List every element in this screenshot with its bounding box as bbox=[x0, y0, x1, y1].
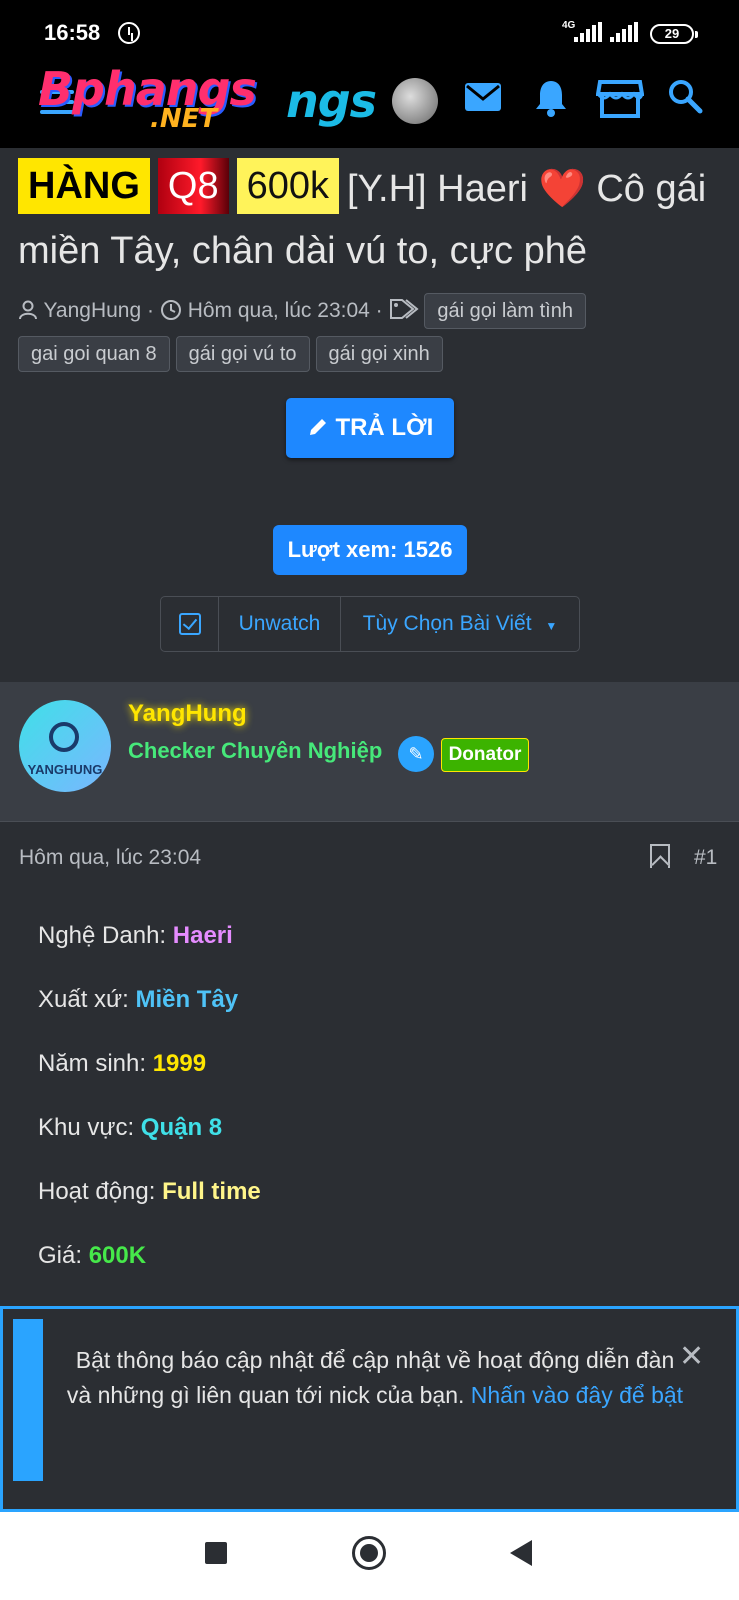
tag-item[interactable]: gai goi quan 8 bbox=[18, 336, 170, 372]
user-rank: Checker Chuyên Nghiệp bbox=[128, 738, 383, 763]
back-button[interactable] bbox=[510, 1540, 532, 1566]
post-field: Hoạt động: Full time bbox=[38, 1178, 261, 1205]
signal-icon bbox=[574, 22, 602, 42]
logo-overlay: ngs bbox=[286, 74, 377, 128]
tag-item[interactable]: gái gọi làm tình bbox=[424, 293, 586, 329]
thread-author[interactable]: YangHung bbox=[43, 299, 141, 322]
thread-title: HÀNG Q8 600k [Y.H] Haeri ❤️ Cô gái miền Tây… bbox=[18, 158, 718, 282]
site-logo[interactable]: Bphangs ngs .NET bbox=[38, 60, 377, 140]
post-author-panel: YANGHUNG YangHung Checker Chuyên Nghiệp … bbox=[0, 682, 739, 822]
separator: · bbox=[375, 299, 383, 322]
notice-accent-bar bbox=[13, 1319, 43, 1481]
pencil-icon bbox=[307, 414, 336, 441]
thread-time[interactable]: Hôm qua, lúc 23:04 bbox=[188, 299, 370, 322]
badge-q8[interactable]: Q8 bbox=[157, 158, 229, 214]
badge-price[interactable]: 600k bbox=[236, 158, 339, 214]
post-field: Xuất xứ: Miền Tây bbox=[38, 986, 239, 1013]
avatar[interactable] bbox=[392, 78, 438, 124]
post-time[interactable]: Hôm qua, lúc 23:04 bbox=[19, 846, 201, 870]
post-field: Khu vực: Quận 8 bbox=[38, 1114, 223, 1141]
chevron-down-icon: ▼ bbox=[545, 619, 558, 633]
status-bar: 16:58 4G 29 bbox=[0, 0, 739, 60]
search-icon[interactable] bbox=[662, 78, 708, 124]
thread-options-dropdown[interactable]: Tùy Chọn Bài Viết ▼ bbox=[341, 597, 579, 651]
status-time: 16:58 bbox=[44, 20, 101, 45]
battery-icon: 29 bbox=[650, 24, 698, 44]
tags-icon bbox=[389, 299, 425, 322]
home-button[interactable] bbox=[352, 1536, 386, 1570]
post-number[interactable]: #1 bbox=[694, 846, 717, 870]
post-field: Giá: 600K bbox=[38, 1242, 147, 1269]
logo-suffix: .NET bbox=[150, 104, 218, 134]
reply-button[interactable]: TRẢ LỜI bbox=[286, 398, 454, 458]
separator: · bbox=[147, 299, 155, 322]
tag-item[interactable]: gái gọi xinh bbox=[315, 336, 443, 372]
tag-item[interactable]: gái gọi vú to bbox=[175, 336, 310, 372]
unwatch-button[interactable]: Unwatch bbox=[219, 597, 341, 651]
enable-notifications-link[interactable]: Nhấn vào đây để bật bbox=[471, 1382, 683, 1408]
android-nav-bar bbox=[0, 1512, 739, 1600]
store-icon[interactable] bbox=[595, 78, 645, 124]
mail-icon[interactable] bbox=[460, 78, 506, 124]
close-icon[interactable]: ✕ bbox=[679, 1339, 704, 1374]
select-checkbox[interactable] bbox=[161, 597, 219, 651]
clock-icon bbox=[160, 299, 188, 322]
checkbox-icon bbox=[178, 613, 201, 636]
notice-text: Bật thông báo cập nhật để cập nhật về ho… bbox=[65, 1343, 685, 1413]
bell-icon[interactable] bbox=[528, 78, 574, 124]
reply-label: TRẢ LỜI bbox=[335, 414, 434, 441]
post-field: Năm sinh: 1999 bbox=[38, 1050, 207, 1077]
push-notification-banner: Bật thông báo cập nhật để cập nhật về ho… bbox=[0, 1306, 739, 1512]
signal-icon bbox=[610, 22, 638, 42]
recents-button[interactable] bbox=[205, 1542, 227, 1564]
alarm-icon bbox=[118, 22, 140, 44]
thread-options-label: Tùy Chọn Bài Viết bbox=[362, 612, 532, 635]
avatar-text: YANGHUNG bbox=[27, 762, 103, 777]
thread-action-bar: Unwatch Tùy Chọn Bài Viết ▼ bbox=[160, 596, 580, 652]
donator-badge: Donator bbox=[441, 738, 529, 772]
views-counter: Lượt xem: 1526 bbox=[273, 525, 467, 575]
post-field: Nghệ Danh: Haeri bbox=[38, 922, 233, 949]
post-author-name[interactable]: YangHung bbox=[128, 700, 247, 728]
verified-icon: ✎ bbox=[398, 736, 434, 772]
bookmark-icon[interactable] bbox=[650, 844, 670, 868]
thread-meta: YangHung · Hôm qua, lúc 23:04 · gái gọi … bbox=[18, 292, 718, 378]
logo-main: Bphangs bbox=[38, 62, 257, 116]
avatar[interactable]: YANGHUNG bbox=[19, 700, 111, 792]
user-icon bbox=[18, 299, 43, 322]
badge-hang[interactable]: HÀNG bbox=[18, 158, 150, 214]
